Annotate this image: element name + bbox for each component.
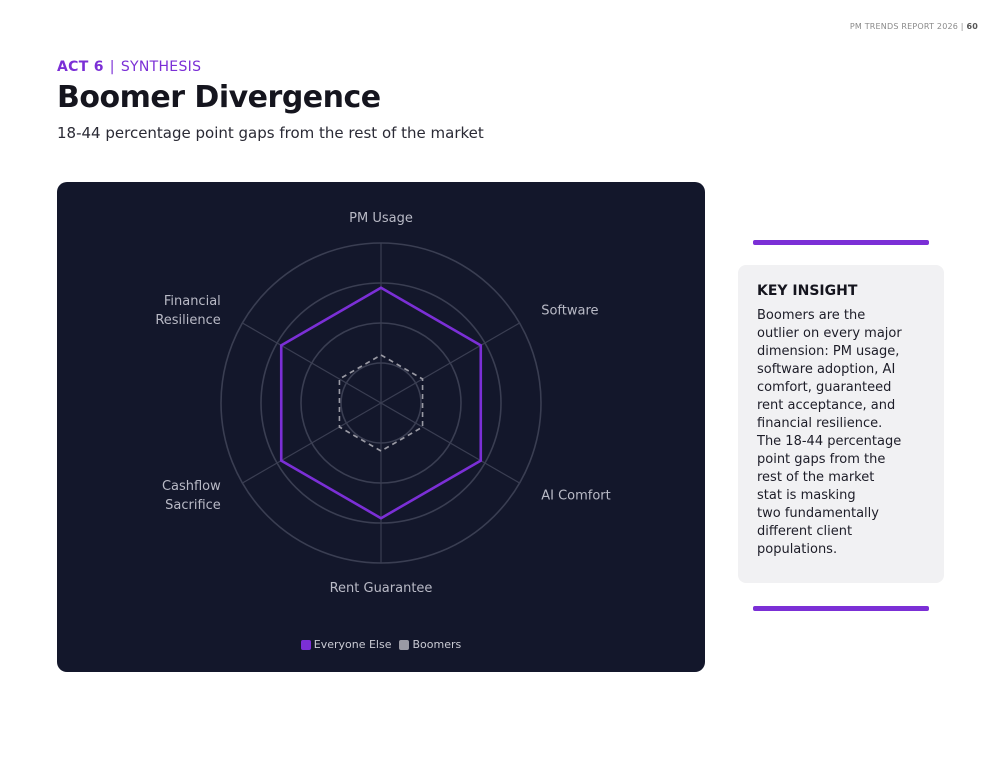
axis-label-financial-resilience: Financial Resilience <box>155 294 220 328</box>
axis-label-ai-comfort: AI Comfort <box>541 489 611 504</box>
insight-title: KEY INSIGHT <box>757 283 858 299</box>
insight-card: KEY INSIGHT Boomers are the outlier on e… <box>738 265 944 583</box>
grid-spoke-5 <box>242 402 382 484</box>
legend-label: Everyone Else <box>313 638 392 651</box>
grid-spoke-2 <box>380 322 520 404</box>
axis-label-rent-guarantee: Rent Guarantee <box>330 581 433 596</box>
page-number: 60 <box>966 22 978 31</box>
section-label: SYNTHESIS <box>120 59 202 75</box>
legend-item-everyone-else: Everyone Else <box>300 638 392 651</box>
axis-label-cashflow-sacrifice: Cashflow Sacrifice <box>162 479 221 513</box>
page-title: Boomer Divergence <box>57 80 381 115</box>
axis-label-pm-usage: PM Usage <box>349 211 413 226</box>
radar-chart: PM Usage Software AI Comfort Rent Guarantee… <box>155 211 611 596</box>
insight-body: Boomers are the outlier on every major d… <box>757 308 902 557</box>
insight-top-accent-bar <box>753 240 929 245</box>
legend-swatch <box>300 639 311 650</box>
chart-legend: Everyone Else Boomers <box>57 638 705 651</box>
section-eyebrow: ACT 6 | SYNTHESIS <box>57 59 201 75</box>
legend-swatch <box>399 639 410 650</box>
legend-item-boomers: Boomers <box>399 638 461 651</box>
radar-chart-panel: PM Usage Software AI Comfort Rent Guarantee… <box>57 182 705 672</box>
eyebrow-divider: | <box>109 59 115 75</box>
grid-spoke-6 <box>242 322 382 404</box>
page-subtitle: 18-44 percentage point gaps from the res… <box>57 124 484 142</box>
axis-label-software: Software <box>541 304 598 319</box>
insight-bottom-accent-bar <box>753 606 929 611</box>
running-header: PM TRENDS REPORT 2026 | 60 <box>850 22 978 31</box>
grid-spoke-3 <box>380 402 520 484</box>
report-name: PM TRENDS REPORT 2026 | <box>849 22 964 31</box>
legend-label: Boomers <box>412 638 462 651</box>
act-label: ACT 6 <box>57 59 104 75</box>
